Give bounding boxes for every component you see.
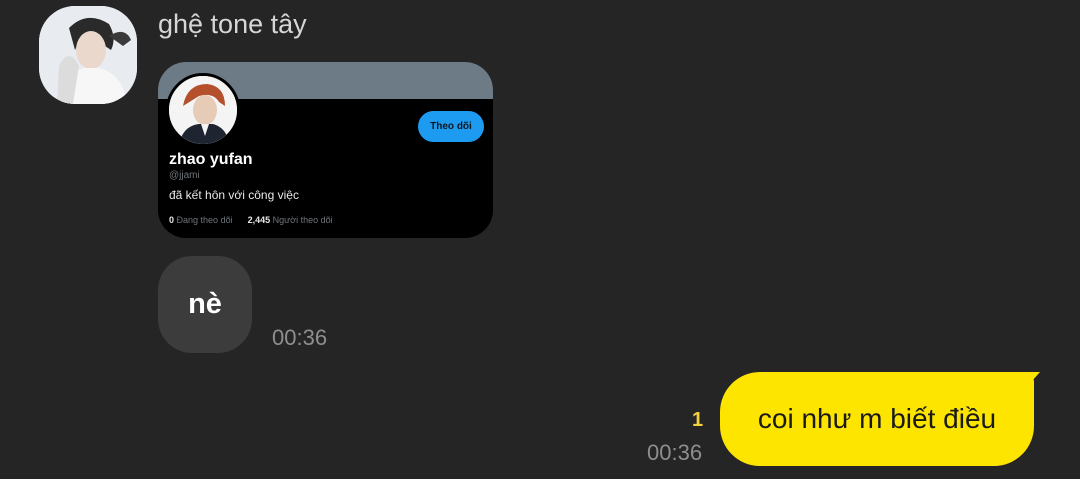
follow-button[interactable]: Theo dõi	[418, 111, 484, 142]
profile-name: zhao yufan	[169, 151, 253, 168]
incoming-message-time: 00:36	[272, 325, 328, 350]
following-count: 0	[169, 215, 175, 225]
profile-stats: 0 Đang theo dõi 2,445 Người theo dõi	[169, 215, 333, 225]
profile-avatar[interactable]	[166, 73, 240, 147]
outgoing-message-bubble[interactable]: coi như m biết điều	[720, 372, 1034, 466]
profile-handle: @jjami	[169, 170, 200, 181]
person-photo-icon	[39, 6, 137, 104]
followers-count: 2,445	[247, 215, 271, 225]
outgoing-message-time: 00:36	[647, 440, 703, 465]
following-label: Đang theo dõi	[176, 215, 233, 225]
followers-label: Người theo dõi	[272, 215, 333, 225]
shared-profile-card[interactable]: Theo dõi zhao yufan @jjami đã kết hôn vớ…	[158, 62, 493, 238]
sender-name: ghệ tone tây	[158, 9, 307, 39]
sender-avatar[interactable]	[39, 6, 137, 104]
profile-bio: đã kết hôn với công việc	[169, 188, 299, 202]
person-photo-icon	[169, 76, 237, 144]
incoming-message-bubble[interactable]: nè	[158, 256, 252, 353]
unread-count-badge: 1	[692, 409, 704, 431]
chat-screen: ghệ tone tây Theo dõi zhao yufan @jjami …	[0, 0, 1080, 479]
